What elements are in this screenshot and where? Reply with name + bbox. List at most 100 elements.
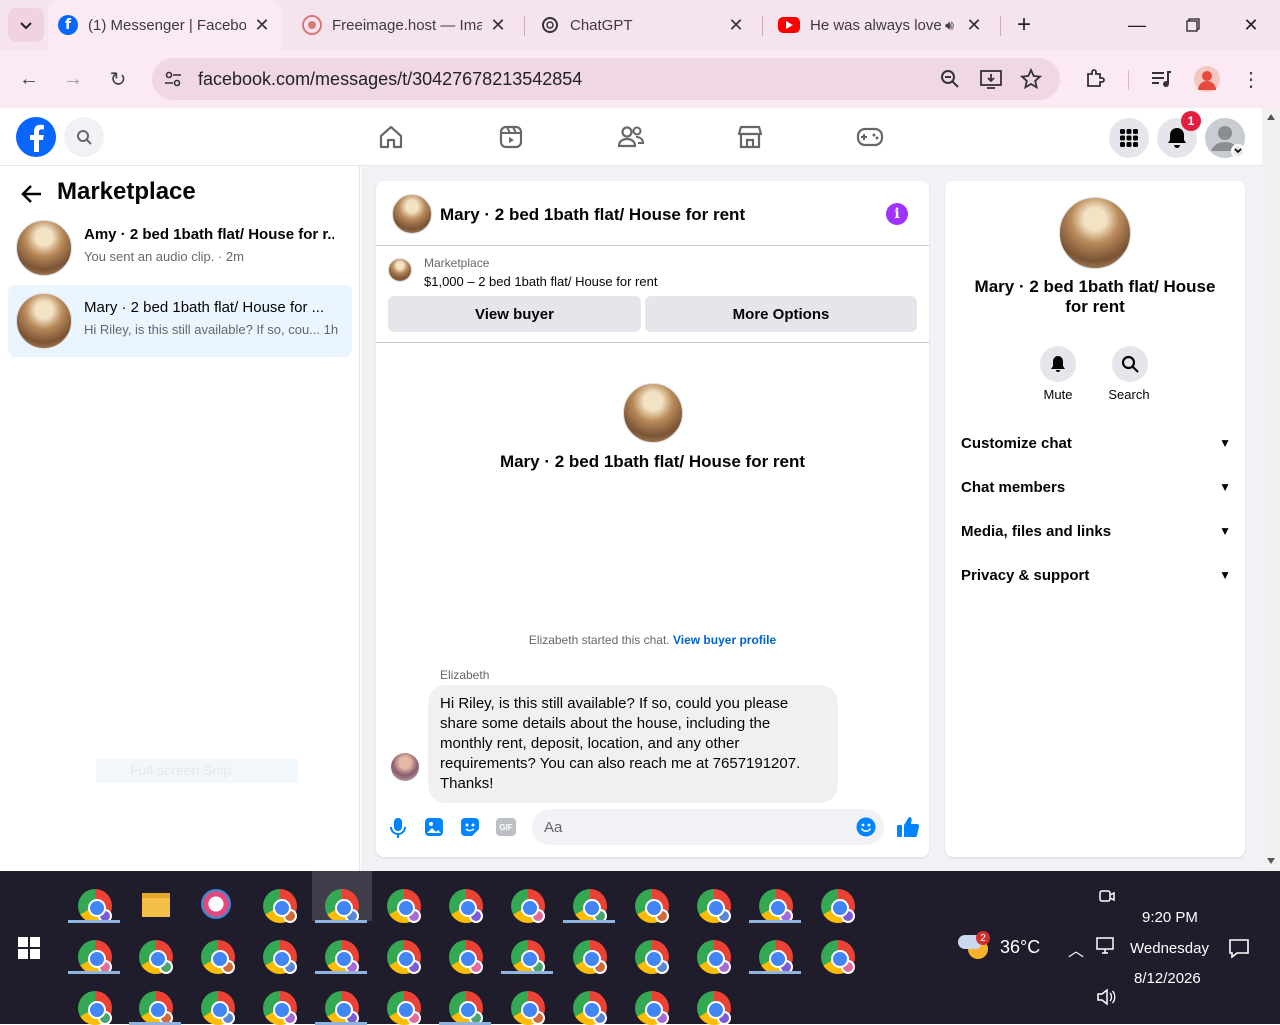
chrome-profile-icon[interactable] bbox=[759, 940, 793, 974]
menu-button[interactable] bbox=[1109, 118, 1149, 158]
message-bubble[interactable]: Hi Riley, is this still available? If so… bbox=[428, 685, 838, 803]
speaker-icon[interactable]: 🔊︎ bbox=[945, 17, 954, 34]
chrome-profile-icon[interactable] bbox=[201, 940, 235, 974]
chrome-profile-icon[interactable] bbox=[759, 889, 793, 923]
conversation-item[interactable]: Amy · 2 bed 1bath flat/ House for r... Y… bbox=[8, 212, 352, 284]
chrome-profile-icon[interactable] bbox=[263, 889, 297, 923]
close-tab-icon[interactable]: ✕ bbox=[964, 15, 984, 36]
emoji-icon[interactable] bbox=[856, 817, 876, 837]
chrome-profile-icon[interactable] bbox=[449, 940, 483, 974]
chrome-profile-icon[interactable] bbox=[449, 889, 483, 923]
listing-price-text[interactable]: $1,000 – 2 bed 1bath flat/ House for ren… bbox=[424, 274, 657, 289]
chrome-profile-icon[interactable] bbox=[325, 991, 359, 1025]
chrome-profile-icon[interactable] bbox=[387, 940, 421, 974]
nav-home[interactable] bbox=[376, 122, 406, 152]
clock-date[interactable]: 8/12/2026 bbox=[1134, 970, 1201, 987]
chat-avatar[interactable] bbox=[392, 194, 432, 234]
profile-button[interactable] bbox=[1192, 64, 1222, 94]
media-files-links-section[interactable]: Media, files and links ▼ bbox=[961, 509, 1231, 553]
info-icon[interactable]: i bbox=[886, 203, 908, 225]
tab-search-button[interactable] bbox=[8, 8, 44, 42]
view-buyer-button[interactable]: View buyer bbox=[388, 296, 641, 332]
weather-icon[interactable]: 2 bbox=[958, 931, 990, 959]
bookmark-star-icon[interactable] bbox=[1020, 68, 1042, 90]
media-controls-button[interactable] bbox=[1146, 64, 1176, 94]
new-tab-button[interactable]: + bbox=[1002, 0, 1046, 50]
chrome-profile-icon[interactable] bbox=[697, 889, 731, 923]
notifications-button[interactable]: 1 bbox=[1157, 111, 1201, 158]
scroll-down-icon[interactable] bbox=[1267, 858, 1275, 864]
like-button[interactable] bbox=[896, 815, 920, 839]
search-in-chat-button[interactable] bbox=[1112, 346, 1148, 382]
site-info-icon[interactable] bbox=[164, 70, 182, 88]
info-avatar[interactable] bbox=[1059, 197, 1131, 269]
extensions-button[interactable] bbox=[1080, 64, 1110, 94]
reload-button[interactable]: ↻ bbox=[103, 64, 133, 94]
chrome-profile-icon[interactable] bbox=[635, 991, 669, 1025]
tab-messenger[interactable]: f (1) Messenger | Facebo ✕ bbox=[48, 0, 282, 50]
close-window-button[interactable]: ✕ bbox=[1222, 0, 1280, 50]
address-bar[interactable]: facebook.com/messages/t/3042767821354285… bbox=[152, 58, 1060, 100]
chrome-profile-icon[interactable] bbox=[78, 889, 112, 923]
start-button[interactable] bbox=[18, 937, 40, 964]
network-icon[interactable] bbox=[1096, 937, 1118, 960]
account-avatar[interactable] bbox=[1205, 118, 1245, 158]
chrome-profile-icon[interactable] bbox=[449, 991, 483, 1025]
nav-friends[interactable] bbox=[616, 122, 646, 152]
chat-title[interactable]: Mary · 2 bed 1bath flat/ House for rent bbox=[440, 205, 745, 225]
close-tab-icon[interactable]: ✕ bbox=[726, 15, 746, 36]
tab-youtube[interactable]: He was always love 🔊︎ ✕ bbox=[768, 0, 994, 50]
chrome-profile-icon[interactable] bbox=[573, 889, 607, 923]
minimize-button[interactable]: — bbox=[1108, 0, 1166, 50]
gif-icon[interactable]: GIF bbox=[496, 818, 516, 836]
zoom-icon[interactable] bbox=[940, 69, 960, 89]
forward-button[interactable]: → bbox=[58, 64, 88, 94]
chrome-profile-icon[interactable] bbox=[78, 991, 112, 1025]
action-center-icon[interactable] bbox=[1228, 937, 1250, 964]
chrome-profile-icon[interactable] bbox=[325, 889, 359, 923]
chrome-profile-icon[interactable] bbox=[201, 991, 235, 1025]
back-button[interactable]: ← bbox=[14, 64, 44, 94]
chrome-profile-icon[interactable] bbox=[511, 991, 545, 1025]
clock-day[interactable]: Wednesday bbox=[1130, 940, 1209, 957]
chrome-profile-icon[interactable] bbox=[697, 940, 731, 974]
chat-members-section[interactable]: Chat members ▼ bbox=[961, 465, 1231, 509]
privacy-support-section[interactable]: Privacy & support ▼ bbox=[961, 553, 1231, 597]
message-input[interactable]: Aa bbox=[532, 809, 884, 845]
tab-chatgpt[interactable]: ChatGPT ✕ bbox=[530, 0, 756, 50]
sender-avatar[interactable] bbox=[391, 753, 419, 781]
volume-icon[interactable] bbox=[1096, 988, 1116, 1011]
chrome-profile-icon[interactable] bbox=[573, 940, 607, 974]
file-explorer-icon[interactable] bbox=[142, 893, 170, 917]
attach-photo-button[interactable] bbox=[424, 817, 444, 837]
chrome-profile-icon[interactable] bbox=[635, 889, 669, 923]
hidden-icons-chevron-icon[interactable]: ︿ bbox=[1068, 937, 1084, 961]
facebook-logo-icon[interactable] bbox=[16, 117, 56, 157]
chrome-profile-icon[interactable] bbox=[511, 940, 545, 974]
chrome-profile-icon[interactable] bbox=[387, 889, 421, 923]
snipping-tool-icon[interactable] bbox=[201, 889, 231, 919]
chrome-menu-button[interactable]: ⋮ bbox=[1236, 64, 1266, 94]
chrome-profile-icon[interactable] bbox=[511, 889, 545, 923]
more-options-button[interactable]: More Options bbox=[645, 296, 917, 332]
view-buyer-profile-link[interactable]: View buyer profile bbox=[673, 633, 776, 647]
scroll-up-icon[interactable] bbox=[1267, 114, 1275, 120]
close-tab-icon[interactable]: ✕ bbox=[252, 15, 272, 36]
close-tab-icon[interactable]: ✕ bbox=[488, 15, 508, 36]
chrome-profile-icon[interactable] bbox=[821, 889, 855, 923]
nav-marketplace[interactable] bbox=[735, 122, 765, 152]
chrome-profile-icon[interactable] bbox=[78, 940, 112, 974]
voice-clip-button[interactable] bbox=[388, 817, 408, 838]
restore-button[interactable] bbox=[1164, 0, 1222, 50]
customize-chat-section[interactable]: Customize chat ▼ bbox=[961, 421, 1231, 465]
chrome-profile-icon[interactable] bbox=[263, 991, 297, 1025]
temperature-text[interactable]: 36°C bbox=[1000, 937, 1040, 958]
facebook-search-button[interactable] bbox=[64, 117, 104, 157]
meet-now-icon[interactable] bbox=[1098, 887, 1116, 910]
chrome-profile-icon[interactable] bbox=[139, 991, 173, 1025]
back-button[interactable] bbox=[18, 180, 46, 208]
chrome-profile-icon[interactable] bbox=[263, 940, 297, 974]
chrome-profile-icon[interactable] bbox=[821, 940, 855, 974]
sticker-button[interactable] bbox=[460, 817, 480, 837]
chrome-profile-icon[interactable] bbox=[697, 991, 731, 1025]
